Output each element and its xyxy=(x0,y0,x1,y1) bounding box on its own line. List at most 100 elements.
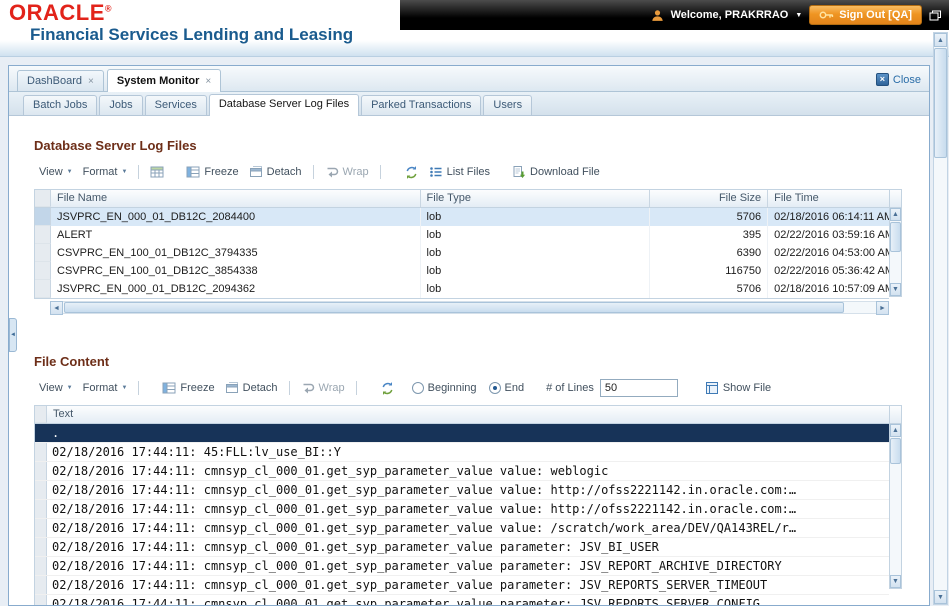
row-header[interactable] xyxy=(35,280,51,298)
download-file-button[interactable]: Download File xyxy=(507,163,605,181)
wrap-button[interactable]: Wrap xyxy=(320,163,374,181)
format-menu-button[interactable]: Format ▼ xyxy=(78,164,133,180)
row-header[interactable] xyxy=(35,538,47,556)
log-line[interactable]: 02/18/2016 17:44:11: cmnsyp_cl_000_01.ge… xyxy=(35,576,889,595)
scroll-track[interactable] xyxy=(63,301,876,314)
column-header-file-name[interactable]: File Name xyxy=(51,190,421,207)
wrap-button[interactable]: Wrap xyxy=(296,379,350,397)
oracle-logo: ORACLE® xyxy=(9,0,112,26)
row-header[interactable] xyxy=(35,262,51,280)
table-row[interactable]: JSVPRC_EN_000_01_DB12C_2084400 lob 5706 … xyxy=(35,208,889,226)
toolbar-separator xyxy=(288,381,290,395)
scroll-track[interactable] xyxy=(934,47,947,590)
scroll-thumb[interactable] xyxy=(890,438,901,464)
log-line[interactable]: . xyxy=(35,424,889,443)
view-label: View xyxy=(39,166,63,178)
row-header[interactable] xyxy=(35,462,47,480)
num-lines-input[interactable] xyxy=(599,379,678,397)
row-header[interactable] xyxy=(35,576,47,594)
list-files-button[interactable]: List Files xyxy=(424,163,495,181)
detach-button[interactable]: Detach xyxy=(220,379,283,397)
column-header-text[interactable]: Text xyxy=(47,406,889,423)
table-row[interactable]: JSVPRC_EN_000_01_DB12C_2094362 lob 5706 … xyxy=(35,280,889,298)
scroll-thumb[interactable] xyxy=(934,48,947,158)
log-line[interactable]: 02/18/2016 17:44:11: cmnsyp_cl_000_01.ge… xyxy=(35,557,889,576)
end-radio[interactable] xyxy=(488,382,501,394)
wrap-label: Wrap xyxy=(318,382,345,394)
scroll-track[interactable] xyxy=(890,437,901,575)
num-lines-label: # of Lines xyxy=(546,382,594,394)
row-header[interactable] xyxy=(35,500,47,518)
tab-system-monitor[interactable]: System Monitor × xyxy=(106,69,222,92)
table-horizontal-scrollbar[interactable]: ◄ ► xyxy=(50,301,889,315)
detach-button[interactable]: Detach xyxy=(244,163,307,181)
row-header[interactable] xyxy=(35,226,51,244)
chevron-down-icon[interactable]: ▼ xyxy=(795,12,802,19)
freeze-icon xyxy=(162,381,176,395)
freeze-label: Freeze xyxy=(180,382,215,394)
table-vertical-scrollbar[interactable]: ▲ ▼ xyxy=(889,405,902,589)
subtab-users[interactable]: Users xyxy=(483,95,533,115)
row-header[interactable] xyxy=(35,244,51,262)
scroll-right-button[interactable]: ► xyxy=(876,301,889,315)
log-line[interactable]: 02/18/2016 17:44:11: cmnsyp_cl_000_01.ge… xyxy=(35,462,889,481)
scroll-thumb[interactable] xyxy=(890,222,901,252)
cell-file-time: 02/22/2016 05:36:42 AM xyxy=(774,265,889,277)
beginning-radio[interactable] xyxy=(411,382,424,394)
refresh-button[interactable] xyxy=(375,379,400,398)
scroll-left-button[interactable]: ◄ xyxy=(50,301,63,315)
log-line[interactable]: 02/18/2016 17:44:11: cmnsyp_cl_000_01.ge… xyxy=(35,595,889,605)
cell-file-time: 02/18/2016 10:57:09 AM xyxy=(774,283,889,295)
table-row[interactable]: ALERT lob 395 02/22/2016 03:59:16 AM xyxy=(35,226,889,244)
row-header[interactable] xyxy=(35,424,47,442)
scroll-up-button[interactable]: ▲ xyxy=(890,424,901,437)
close-control[interactable]: × Close xyxy=(875,73,921,86)
row-header[interactable] xyxy=(35,443,47,461)
format-menu-button[interactable]: Format ▼ xyxy=(78,380,133,396)
tab-close-icon[interactable]: × xyxy=(205,76,211,87)
page-scrollbar[interactable]: ▲ ▼ xyxy=(933,32,948,605)
show-file-button[interactable]: Show File xyxy=(700,379,776,397)
freeze-button[interactable]: Freeze xyxy=(157,379,219,397)
log-line[interactable]: 02/18/2016 17:44:11: cmnsyp_cl_000_01.ge… xyxy=(35,538,889,557)
scroll-down-button[interactable]: ▼ xyxy=(890,283,901,296)
export-button[interactable] xyxy=(145,163,169,181)
scroll-thumb[interactable] xyxy=(64,302,845,313)
toolbar-separator xyxy=(355,381,357,395)
scroll-down-button[interactable]: ▼ xyxy=(890,575,901,588)
window-restore-icon[interactable] xyxy=(929,10,942,21)
scroll-up-button[interactable]: ▲ xyxy=(934,33,947,47)
view-menu-button[interactable]: View ▼ xyxy=(34,164,78,180)
log-line[interactable]: 02/18/2016 17:44:11: cmnsyp_cl_000_01.ge… xyxy=(35,481,889,500)
row-header[interactable] xyxy=(35,519,47,537)
log-line[interactable]: 02/18/2016 17:44:11: cmnsyp_cl_000_01.ge… xyxy=(35,500,889,519)
refresh-button[interactable] xyxy=(399,163,424,182)
panel-collapse-handle[interactable]: ◄ xyxy=(9,318,17,352)
subtab-services[interactable]: Services xyxy=(144,95,207,115)
column-header-file-size[interactable]: File Size xyxy=(650,190,769,207)
tab-close-icon[interactable]: × xyxy=(88,76,94,87)
table-vertical-scrollbar[interactable]: ▲ ▼ xyxy=(889,189,902,297)
subtab-parked-transactions[interactable]: Parked Transactions xyxy=(361,95,482,115)
scroll-down-button[interactable]: ▼ xyxy=(934,590,947,604)
scroll-track[interactable] xyxy=(890,221,901,283)
view-menu-button[interactable]: View ▼ xyxy=(34,380,78,396)
row-header[interactable] xyxy=(35,208,51,226)
freeze-button[interactable]: Freeze xyxy=(181,163,243,181)
subtab-jobs[interactable]: Jobs xyxy=(99,95,143,115)
column-header-file-type[interactable]: File Type xyxy=(421,190,651,207)
table-row[interactable]: CSVPRC_EN_100_01_DB12C_3794335 lob 6390 … xyxy=(35,244,889,262)
tab-dashboard[interactable]: DashBoard × xyxy=(17,70,104,91)
sign-out-button[interactable]: Sign Out [QA] xyxy=(809,5,922,25)
row-header[interactable] xyxy=(35,481,47,499)
column-header-file-time[interactable]: File Time xyxy=(768,190,889,207)
scroll-up-button[interactable]: ▲ xyxy=(890,208,901,221)
log-line[interactable]: 02/18/2016 17:44:11: 45:FLL:lv_use_BI::Y xyxy=(35,443,889,462)
row-header[interactable] xyxy=(35,557,47,575)
row-header[interactable] xyxy=(35,595,47,605)
log-line[interactable]: 02/18/2016 17:44:11: cmnsyp_cl_000_01.ge… xyxy=(35,519,889,538)
table-row[interactable]: CSVPRC_EN_100_01_DB12C_3854338 lob 11675… xyxy=(35,262,889,280)
subtab-database-server-log-files[interactable]: Database Server Log Files xyxy=(208,94,360,116)
table-header-row: File Name File Type File Size File Time xyxy=(35,190,889,208)
subtab-batch-jobs[interactable]: Batch Jobs xyxy=(23,95,98,115)
